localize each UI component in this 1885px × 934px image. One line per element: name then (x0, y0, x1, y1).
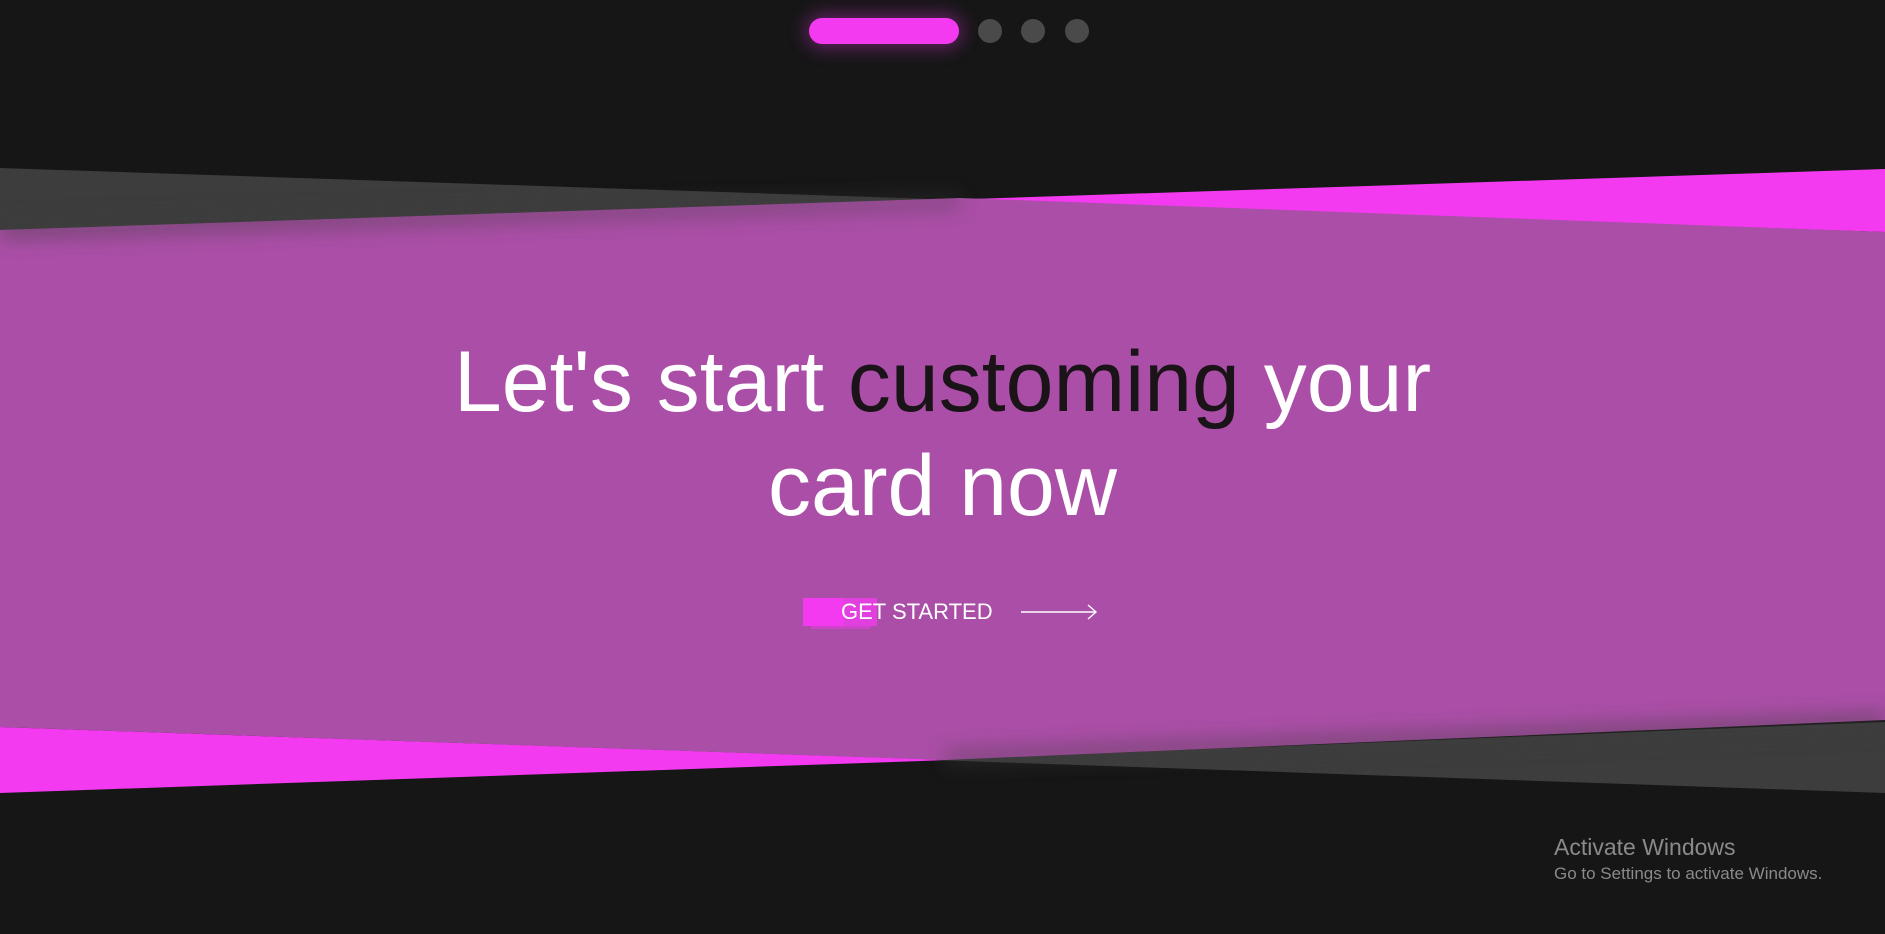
windows-activation-watermark: Activate Windows Go to Settings to activ… (1554, 832, 1822, 886)
arrow-right-icon (1021, 604, 1098, 620)
get-started-button[interactable]: GET STARTED (803, 594, 1103, 630)
hero-text-part: your (1239, 334, 1432, 430)
pager-dot-active[interactable] (809, 18, 959, 44)
get-started-label: GET STARTED (841, 599, 993, 624)
hero-text-part: Let's start (453, 334, 848, 430)
pager-dot-4[interactable] (1065, 19, 1089, 43)
pager-dot-2[interactable] (978, 19, 1002, 43)
landing-page: Let's start customing your card now GET … (0, 0, 1885, 934)
watermark-title: Activate Windows (1554, 834, 1736, 860)
slide-pager (0, 17, 1885, 44)
hero-line-2: card now (768, 438, 1117, 534)
hero-highlight-word: customing (847, 334, 1240, 430)
pager-dot-3[interactable] (1021, 19, 1045, 43)
watermark-subtitle: Go to Settings to activate Windows. (1554, 864, 1823, 883)
hero-line-1: Let's start customing your (0, 330, 1885, 434)
hero-heading: Let's start customing your card now (0, 330, 1885, 538)
